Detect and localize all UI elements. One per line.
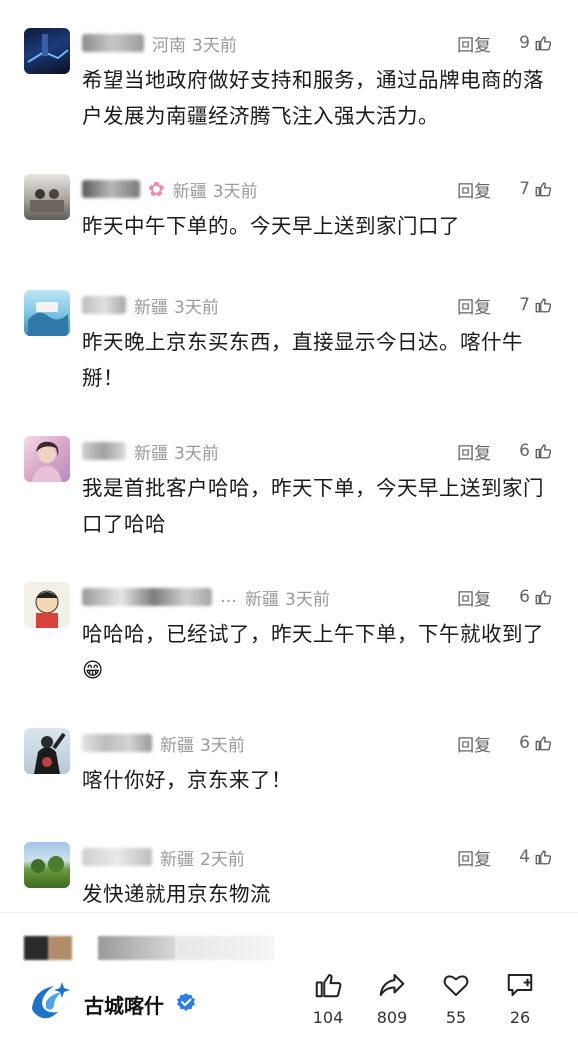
like-count: 7 xyxy=(519,179,530,199)
username-blurred[interactable] xyxy=(82,734,152,752)
share-count: 809 xyxy=(376,1008,408,1027)
reply-button[interactable]: 回复 xyxy=(457,585,491,610)
like-button[interactable]: 7 xyxy=(519,295,552,315)
favorite-action[interactable]: 55 xyxy=(428,970,484,1027)
avatar-image-icon xyxy=(32,441,62,482)
brand-name[interactable]: 古城喀什 xyxy=(84,990,164,1019)
comment-meta: 新疆 2天前 回复 4 xyxy=(82,842,552,872)
username-blurred[interactable] xyxy=(82,848,152,866)
thumbs-up-icon xyxy=(535,590,552,605)
username-blurred[interactable] xyxy=(82,34,144,52)
footer-divider xyxy=(0,912,578,913)
avatar-image-icon xyxy=(27,34,69,63)
like-count: 6 xyxy=(519,441,530,461)
avatar[interactable] xyxy=(24,28,70,74)
comment-region: 新疆 xyxy=(134,443,168,464)
thumbs-up-icon xyxy=(535,444,552,459)
comment-text: 发快递就用京东物流 xyxy=(82,882,271,906)
thumbs-up-icon xyxy=(535,850,552,865)
username-blurred[interactable] xyxy=(82,442,126,460)
comment-meta: 河南 3天前 回复 9 xyxy=(82,28,552,58)
like-count: 9 xyxy=(519,33,530,53)
comment-count: 26 xyxy=(509,1008,531,1027)
thumbs-up-icon xyxy=(535,36,552,51)
reply-button[interactable]: 回复 xyxy=(457,845,491,870)
comment-meta: 新疆 3天前 回复 6 xyxy=(82,436,552,466)
comment-region: 新疆 xyxy=(160,849,194,870)
comment-text: 昨天晚上京东买东西，直接显示今日达。喀什牛掰！ xyxy=(82,330,523,390)
flower-emoji-icon: ✿ xyxy=(148,177,165,201)
comment-time: 3天前 xyxy=(174,297,219,318)
comment-text: 昨天中午下单的。今天早上送到家门口了 xyxy=(82,214,460,238)
verified-badge-icon xyxy=(177,993,195,1011)
avatar[interactable] xyxy=(24,582,70,628)
comment-meta: … 新疆 3天前 回复 6 xyxy=(82,582,552,612)
comment-region: 新疆 xyxy=(245,589,279,610)
heart-icon xyxy=(443,975,469,996)
comment-text: 我是首批客户哈哈，昨天下单，今天早上送到家门口了哈哈 xyxy=(82,476,544,536)
username-ellipsis: … xyxy=(220,587,237,607)
comment-time: 3天前 xyxy=(192,35,237,56)
brand-logo-icon[interactable] xyxy=(24,978,72,1026)
thumbs-up-icon xyxy=(535,298,552,313)
reply-button[interactable]: 回复 xyxy=(457,177,491,202)
comment-meta: 新疆 3天前 回复 7 xyxy=(82,290,552,320)
like-button[interactable]: 6 xyxy=(519,587,552,607)
like-count: 6 xyxy=(519,587,530,607)
blurred-content xyxy=(176,936,274,960)
comment-region: 河南 xyxy=(152,35,186,56)
avatar[interactable] xyxy=(24,436,70,482)
like-button[interactable]: 6 xyxy=(519,733,552,753)
username-blurred[interactable] xyxy=(82,180,140,198)
comment-time: 3天前 xyxy=(212,181,258,202)
comment-time: 3天前 xyxy=(285,589,330,610)
comment-time: 3天前 xyxy=(200,735,245,756)
comment-region: 新疆 xyxy=(172,181,207,202)
avatar[interactable] xyxy=(24,842,70,888)
bottom-action-bar: 古城喀什 104 809 55 26 xyxy=(0,962,578,1050)
share-icon xyxy=(379,974,405,996)
avatar[interactable] xyxy=(24,728,70,774)
blurred-content xyxy=(98,936,176,960)
avatar-image-icon xyxy=(30,189,64,212)
like-count: 104 xyxy=(312,1008,344,1027)
blurred-content xyxy=(24,936,72,960)
like-count: 4 xyxy=(519,847,530,867)
reply-button[interactable]: 回复 xyxy=(457,31,491,56)
share-action[interactable]: 809 xyxy=(364,970,420,1027)
favorite-count: 55 xyxy=(445,1008,467,1027)
username-blurred[interactable] xyxy=(82,588,212,606)
comment-region: 新疆 xyxy=(134,297,168,318)
comment-meta: ✿ 新疆 3天前 回复 7 xyxy=(82,174,552,204)
reply-button[interactable]: 回复 xyxy=(457,439,491,464)
comment-time: 2天前 xyxy=(200,849,245,870)
like-button[interactable]: 6 xyxy=(519,441,552,461)
avatar-image-icon xyxy=(31,856,64,873)
like-button[interactable]: 4 xyxy=(519,847,552,867)
comment-add-icon xyxy=(507,974,533,996)
avatar[interactable] xyxy=(24,174,70,220)
comment-action[interactable]: 26 xyxy=(492,970,548,1027)
username-blurred[interactable] xyxy=(82,296,126,314)
comment-meta: 新疆 3天前 回复 6 xyxy=(82,728,552,758)
like-button[interactable]: 9 xyxy=(519,33,552,53)
avatar-image-icon xyxy=(28,302,68,336)
like-button[interactable]: 7 xyxy=(519,179,552,199)
comment-text: 希望当地政府做好支持和服务，通过品牌电商的落户发展为南疆经济腾飞注入强大活力。 xyxy=(82,68,544,128)
like-count: 7 xyxy=(519,295,530,315)
reply-button[interactable]: 回复 xyxy=(457,293,491,318)
avatar-image-icon xyxy=(35,590,59,628)
like-action[interactable]: 104 xyxy=(300,970,356,1027)
avatar-image-icon xyxy=(34,732,66,774)
reply-button[interactable]: 回复 xyxy=(457,731,491,756)
comment-text: 喀什你好，京东来了！ xyxy=(82,768,292,792)
like-count: 6 xyxy=(519,733,530,753)
avatar[interactable] xyxy=(24,290,70,336)
thumbs-up-icon xyxy=(535,736,552,751)
thumbs-up-icon xyxy=(315,974,342,998)
comment-time: 3天前 xyxy=(174,443,219,464)
comment-region: 新疆 xyxy=(160,735,194,756)
comment-text: 哈哈哈，已经试了，昨天上午下单，下午就收到了😁 xyxy=(82,622,544,682)
thumbs-up-icon xyxy=(535,182,552,197)
